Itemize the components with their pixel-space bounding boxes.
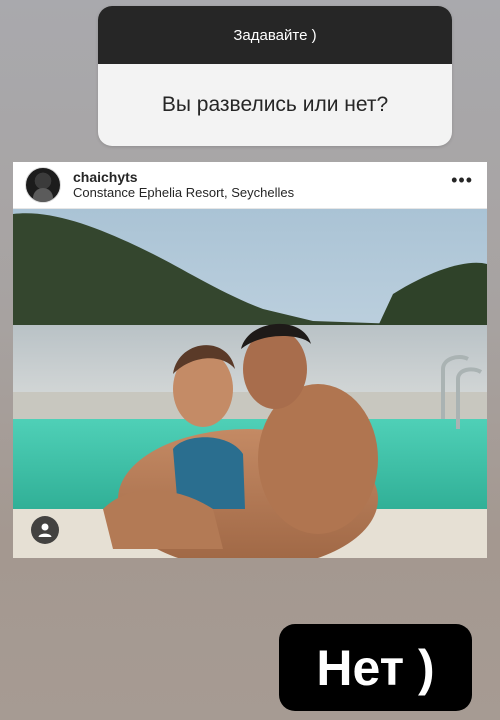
answer-text-sticker: Нет ): [279, 624, 472, 711]
post-photo: [13, 209, 487, 558]
post-header: chaichyts Constance Ephelia Resort, Seyc…: [13, 162, 487, 209]
username[interactable]: chaichyts: [73, 169, 294, 185]
user-tag-icon[interactable]: [31, 516, 59, 544]
more-options-icon[interactable]: •••: [451, 170, 473, 191]
question-sticker: Задавайте ) Вы развелись или нет?: [98, 6, 452, 146]
post-meta: chaichyts Constance Ephelia Resort, Seyc…: [73, 169, 294, 200]
instagram-post: chaichyts Constance Ephelia Resort, Seyc…: [13, 162, 487, 558]
person-glyph: [38, 523, 52, 537]
question-sticker-header: Задавайте ): [98, 6, 452, 64]
avatar[interactable]: [25, 167, 61, 203]
location[interactable]: Constance Ephelia Resort, Seychelles: [73, 185, 294, 201]
question-text: Вы развелись или нет?: [161, 93, 389, 116]
pool-photo-illustration: [13, 209, 487, 558]
